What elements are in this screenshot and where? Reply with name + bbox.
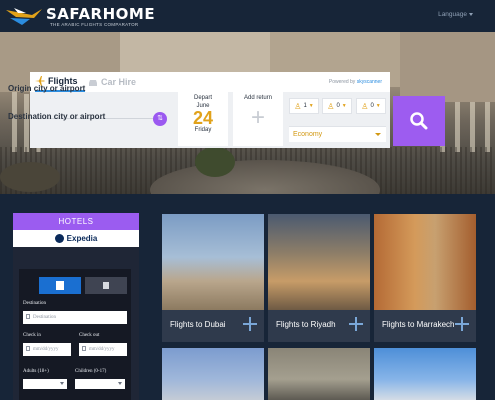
depart-weekday: Friday bbox=[194, 127, 212, 133]
hotels-widget: HOTELS Expedia Destination Destination C… bbox=[13, 213, 139, 400]
plus-icon[interactable] bbox=[349, 317, 363, 331]
infant-icon: ♙ bbox=[361, 101, 369, 111]
destination-label: Destination bbox=[23, 301, 47, 306]
hotel-adults-select[interactable] bbox=[23, 379, 67, 389]
checkout-input[interactable]: mm/dd/yyyy bbox=[79, 343, 127, 356]
skyscanner-logo[interactable]: skyscanner bbox=[357, 79, 382, 85]
destination-label: Flights to Riyadh bbox=[276, 320, 336, 329]
infants-value: 0 bbox=[370, 103, 374, 109]
destination-card-riyadh[interactable]: Flights to Riyadh bbox=[268, 214, 370, 342]
calendar-icon bbox=[82, 346, 86, 351]
checkout-label: Check out bbox=[79, 333, 100, 338]
adults-value: 1 bbox=[303, 103, 307, 109]
destination-caption-bar: Flights to Dubai bbox=[162, 310, 264, 342]
destination-input[interactable]: Destination city or airport bbox=[8, 112, 138, 121]
destination-card[interactable] bbox=[268, 348, 370, 400]
checkout-placeholder: mm/dd/yyyy bbox=[89, 347, 115, 352]
plus-icon[interactable] bbox=[455, 317, 469, 331]
children-value: 0 bbox=[336, 103, 340, 109]
destination-label: Flights to Dubai bbox=[170, 320, 226, 329]
destination-card[interactable] bbox=[162, 348, 264, 400]
cabin-class-value: Economy bbox=[293, 131, 323, 138]
destination-card-marrakech[interactable]: Flights to Marrakech bbox=[374, 214, 476, 342]
building-icon bbox=[56, 281, 64, 290]
search-icon bbox=[410, 112, 428, 130]
search-button[interactable] bbox=[393, 96, 445, 146]
logo-plane-icon bbox=[6, 8, 42, 25]
provider-name: Expedia bbox=[66, 234, 98, 243]
powered-by: Powered by skyscanner bbox=[329, 79, 382, 85]
hotel-children-select[interactable] bbox=[75, 379, 125, 389]
hotel-destination-input[interactable]: Destination bbox=[23, 311, 127, 324]
expedia-icon bbox=[54, 234, 64, 243]
checkin-label: Check in bbox=[23, 333, 41, 338]
children-label: Children (0-17) bbox=[75, 369, 107, 374]
destination-label: Flights to Marrakech bbox=[382, 320, 455, 329]
adult-icon: ♙ bbox=[294, 101, 302, 111]
destination-card-dubai[interactable]: Flights to Dubai bbox=[162, 214, 264, 342]
tab-hotel[interactable] bbox=[39, 277, 81, 294]
chevron-down-icon: ▼ bbox=[341, 103, 347, 109]
top-bar: SAFARHOME THE ARABIC FLIGHTS COMPARATOR … bbox=[0, 0, 495, 32]
powered-by-label: Powered by bbox=[328, 79, 356, 85]
chevron-down-icon: ▼ bbox=[375, 103, 381, 109]
expedia-logo[interactable]: Expedia bbox=[13, 230, 139, 247]
language-selector[interactable]: Language bbox=[438, 11, 467, 18]
origin-input[interactable]: Origin city or airport bbox=[8, 84, 138, 93]
adults-label: Adults (18+) bbox=[23, 369, 49, 374]
destination-card[interactable] bbox=[374, 348, 476, 400]
add-return-button[interactable]: Add return + bbox=[233, 92, 283, 146]
depart-label: Depart bbox=[193, 95, 212, 101]
hotels-title: HOTELS bbox=[13, 213, 139, 230]
return-label: Add return bbox=[243, 95, 273, 101]
plus-icon[interactable] bbox=[243, 317, 257, 331]
infants-select[interactable]: ♙ 0 ▼ bbox=[356, 98, 386, 114]
location-pin-icon bbox=[26, 314, 30, 319]
destination-caption-bar: Flights to Marrakech bbox=[374, 310, 476, 342]
brand-tagline: THE ARABIC FLIGHTS COMPARATOR bbox=[50, 22, 139, 27]
chevron-down-icon[interactable] bbox=[469, 13, 473, 16]
hotel-search-form: Destination Destination Check in Check o… bbox=[19, 269, 131, 400]
destination-image bbox=[374, 214, 476, 310]
destination-image bbox=[162, 214, 264, 310]
children-select[interactable]: ♙ 0 ▼ bbox=[322, 98, 352, 114]
depart-date-picker[interactable]: Depart June 24 Friday bbox=[178, 92, 228, 146]
plus-icon: + bbox=[250, 104, 265, 131]
chevron-down-icon: ▼ bbox=[308, 103, 314, 109]
swap-icon[interactable]: ⇅ bbox=[153, 112, 167, 126]
tab-vacation-rental[interactable] bbox=[85, 277, 127, 294]
destination-caption-bar: Flights to Riyadh bbox=[268, 310, 370, 342]
calendar-icon bbox=[26, 346, 30, 351]
checkin-input[interactable]: mm/dd/yyyy bbox=[23, 343, 71, 356]
home-icon bbox=[103, 282, 109, 289]
destination-placeholder: Destination bbox=[33, 315, 57, 320]
depart-day: 24 bbox=[192, 108, 214, 128]
brand-name: SAFARHOME bbox=[46, 5, 156, 23]
chevron-down-icon bbox=[375, 133, 381, 136]
brand-logo[interactable]: SAFARHOME THE ARABIC FLIGHTS COMPARATOR bbox=[6, 5, 155, 27]
checkin-placeholder: mm/dd/yyyy bbox=[33, 347, 59, 352]
destination-image bbox=[268, 214, 370, 310]
cabin-class-select[interactable]: Economy bbox=[289, 126, 386, 142]
adults-select[interactable]: ♙ 1 ▼ bbox=[289, 98, 319, 114]
child-icon: ♙ bbox=[327, 101, 335, 111]
